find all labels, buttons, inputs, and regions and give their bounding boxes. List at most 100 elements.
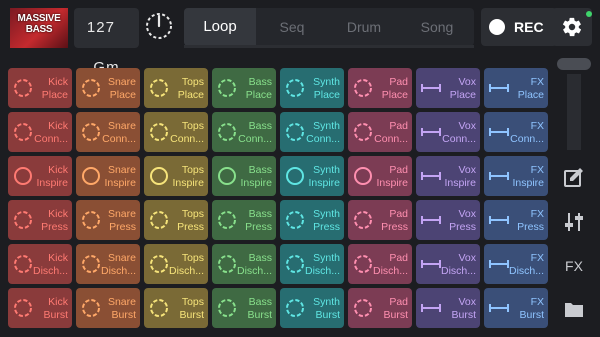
- pad-pad-3[interactable]: Pad Inspire: [348, 156, 412, 196]
- pad-variation-label: Burst: [247, 309, 272, 321]
- pad-kick-5[interactable]: Kick Disch...: [8, 244, 72, 284]
- pad-variation-label: Disch...: [508, 265, 544, 277]
- pad-variation-label: Inspire: [376, 177, 408, 189]
- pad-vox-4[interactable]: Vox Press: [416, 200, 480, 240]
- pad-variation-label: Press: [41, 221, 68, 233]
- pad-variation-label: Inspire: [36, 177, 68, 189]
- pad-instrument-label: Kick: [48, 296, 68, 308]
- pad-vox-5[interactable]: Vox Disch...: [416, 244, 480, 284]
- pad-tops-2[interactable]: Tops Conn...: [144, 112, 208, 152]
- pad-fx-1[interactable]: FX Place: [484, 68, 548, 108]
- pad-instrument-label: Vox: [458, 252, 476, 264]
- pad-kick-2[interactable]: Kick Conn...: [8, 112, 72, 152]
- pad-instrument-label: Bass: [248, 208, 272, 220]
- pad-variation-label: Place: [245, 89, 272, 101]
- pad-synth-2[interactable]: Synth Conn...: [280, 112, 344, 152]
- pad-bass-6[interactable]: Bass Burst: [212, 288, 276, 328]
- pad-synth-4[interactable]: Synth Press: [280, 200, 344, 240]
- pad-fx-2[interactable]: FX Conn...: [484, 112, 548, 152]
- pad-instrument-label: Snare: [107, 164, 136, 176]
- pad-fx-3[interactable]: FX Inspire: [484, 156, 548, 196]
- pad-synth-5[interactable]: Synth Disch...: [280, 244, 344, 284]
- album-cover[interactable]: MASSIVE BASS: [10, 8, 68, 48]
- pad-bass-3[interactable]: Bass Inspire: [212, 156, 276, 196]
- pad-variation-label: Press: [177, 221, 204, 233]
- pad-tops-1[interactable]: Tops Place: [144, 68, 208, 108]
- pad-vox-1[interactable]: Vox Place: [416, 68, 480, 108]
- pad-variation-label: Disch...: [32, 265, 68, 277]
- mixer-button[interactable]: [556, 204, 592, 240]
- status-indicator: [586, 11, 592, 17]
- pad-instrument-label: Kick: [48, 120, 68, 132]
- pad-kick-6[interactable]: Kick Burst: [8, 288, 72, 328]
- pad-variation-label: Disch...: [304, 265, 340, 277]
- pad-bass-5[interactable]: Bass Disch...: [212, 244, 276, 284]
- pad-pad-4[interactable]: Pad Press: [348, 200, 412, 240]
- pad-snare-5[interactable]: Snare Disch...: [76, 244, 140, 284]
- pad-snare-3[interactable]: Snare Inspire: [76, 156, 140, 196]
- tempo-key-display[interactable]: 127 Gm: [74, 8, 139, 76]
- bpm-value: 127: [86, 19, 115, 36]
- tab-underline: [184, 45, 474, 48]
- pad-variation-label: Conn...: [34, 133, 68, 145]
- pad-instrument-label: Bass: [248, 296, 272, 308]
- pad-tops-4[interactable]: Tops Press: [144, 200, 208, 240]
- pad-instrument-label: FX: [530, 252, 544, 264]
- pad-synth-3[interactable]: Synth Inspire: [280, 156, 344, 196]
- pad-tops-6[interactable]: Tops Burst: [144, 288, 208, 328]
- folder-icon: [565, 303, 583, 317]
- pad-kick-3[interactable]: Kick Inspire: [8, 156, 72, 196]
- pad-snare-2[interactable]: Snare Conn...: [76, 112, 140, 152]
- pad-instrument-label: Vox: [458, 164, 476, 176]
- pad-bass-2[interactable]: Bass Conn...: [212, 112, 276, 152]
- pad-instrument-label: FX: [530, 120, 544, 132]
- record-button[interactable]: REC: [481, 8, 557, 46]
- scroll-track[interactable]: [567, 74, 581, 150]
- pad-fx-4[interactable]: FX Press: [484, 200, 548, 240]
- pad-tops-3[interactable]: Tops Inspire: [144, 156, 208, 196]
- pad-instrument-label: FX: [530, 296, 544, 308]
- scroll-thumb[interactable]: [557, 58, 591, 70]
- pad-kick-1[interactable]: Kick Place: [8, 68, 72, 108]
- pad-snare-6[interactable]: Snare Burst: [76, 288, 140, 328]
- pad-instrument-label: Tops: [181, 208, 204, 220]
- folder-button[interactable]: [556, 292, 592, 328]
- pad-instrument-label: Pad: [389, 252, 408, 264]
- fx-label: FX: [565, 258, 583, 274]
- pad-instrument-label: Snare: [107, 252, 136, 264]
- pad-kick-4[interactable]: Kick Press: [8, 200, 72, 240]
- pad-synth-6[interactable]: Synth Burst: [280, 288, 344, 328]
- fx-button[interactable]: FX: [556, 248, 592, 284]
- pad-instrument-label: Tops: [181, 296, 204, 308]
- settings-button[interactable]: [552, 8, 592, 46]
- pad-bass-1[interactable]: Bass Place: [212, 68, 276, 108]
- pad-fx-6[interactable]: FX Burst: [484, 288, 548, 328]
- pad-pad-6[interactable]: Pad Burst: [348, 288, 412, 328]
- metronome-knob-icon[interactable]: [144, 11, 174, 41]
- pad-vox-2[interactable]: Vox Conn...: [416, 112, 480, 152]
- pad-synth-1[interactable]: Synth Place: [280, 68, 344, 108]
- pad-variation-label: Burst: [451, 309, 476, 321]
- pad-vox-3[interactable]: Vox Inspire: [416, 156, 480, 196]
- pad-pad-5[interactable]: Pad Disch...: [348, 244, 412, 284]
- tab-seq[interactable]: Seq: [256, 8, 328, 46]
- pad-instrument-label: Vox: [458, 120, 476, 132]
- pad-bass-4[interactable]: Bass Press: [212, 200, 276, 240]
- pad-instrument-label: Tops: [181, 76, 204, 88]
- pad-pad-1[interactable]: Pad Place: [348, 68, 412, 108]
- pad-pad-2[interactable]: Pad Conn...: [348, 112, 412, 152]
- pad-tops-5[interactable]: Tops Disch...: [144, 244, 208, 284]
- pad-instrument-label: Pad: [389, 208, 408, 220]
- pad-variation-label: Place: [517, 89, 544, 101]
- edit-button[interactable]: [556, 160, 592, 196]
- pad-vox-6[interactable]: Vox Burst: [416, 288, 480, 328]
- tab-drum[interactable]: Drum: [328, 8, 400, 46]
- pad-instrument-label: Synth: [313, 296, 340, 308]
- tab-song[interactable]: Song: [400, 8, 474, 46]
- pad-snare-1[interactable]: Snare Place: [76, 68, 140, 108]
- pad-fx-5[interactable]: FX Disch...: [484, 244, 548, 284]
- pad-variation-label: Place: [313, 89, 340, 101]
- tab-loop[interactable]: Loop: [184, 8, 256, 46]
- pad-variation-label: Burst: [111, 309, 136, 321]
- pad-snare-4[interactable]: Snare Press: [76, 200, 140, 240]
